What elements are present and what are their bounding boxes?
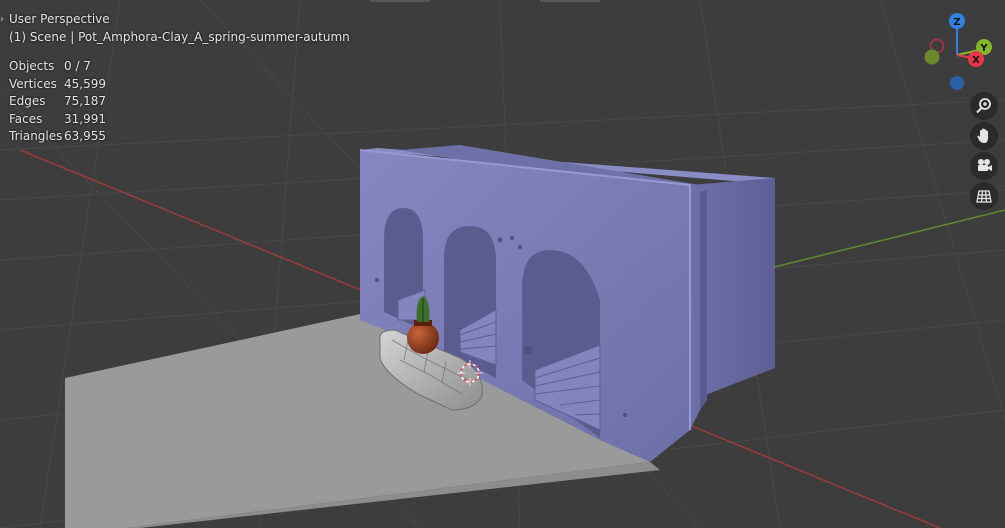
scene-render[interactable] (0, 0, 1005, 528)
stat-label: Edges (9, 94, 46, 108)
stat-label: Faces (9, 111, 43, 126)
hand-pan-icon (977, 128, 988, 143)
stat-row-objects: Objects 0 / 7 (9, 58, 106, 76)
view-mode-label: User Perspective (9, 12, 110, 26)
svg-text:X: X (972, 55, 980, 66)
stat-label: Triangles (9, 129, 63, 143)
pan-button[interactable] (970, 122, 998, 150)
ortho-toggle-button[interactable] (970, 182, 998, 210)
x-axis-handle[interactable]: X (968, 51, 984, 67)
neg-y-axis-icon[interactable] (924, 49, 940, 65)
scene-object-label: (1) Scene | Pot_Amphora-Clay_A_spring-su… (9, 29, 350, 44)
stat-value: 45,599 (64, 76, 106, 91)
stat-value: 31,991 (64, 111, 106, 126)
camera-icon (978, 159, 992, 171)
stat-row-faces: Faces 31,991 (9, 111, 106, 129)
viewport-info: User Perspective (1) Scene | Pot_Amphora… (9, 11, 350, 46)
svg-text:Y: Y (979, 43, 988, 54)
camera-view-button[interactable] (970, 152, 998, 180)
stat-label: Objects (9, 59, 55, 73)
svg-text:Z: Z (953, 17, 960, 28)
stat-row-triangles: Triangles 63,955 (9, 128, 106, 146)
zoom-button[interactable] (970, 92, 998, 120)
grid-ortho-icon (976, 190, 992, 203)
zoom-icon (976, 98, 991, 114)
stat-row-vertices: Vertices 45,599 (9, 76, 106, 94)
top-header-edge (370, 0, 600, 2)
neg-z-axis-icon[interactable] (950, 76, 964, 90)
chevron-right-icon[interactable]: › (0, 14, 4, 25)
stat-value: 75,187 (64, 94, 106, 108)
3d-viewport[interactable]: › User Perspective (1) Scene | Pot_Ampho… (0, 0, 1005, 528)
stat-row-edges: Edges 75,187 (9, 93, 106, 111)
stat-label: Vertices (9, 76, 57, 91)
stat-value: 63,955 (64, 129, 106, 143)
navigation-gizmo[interactable]: Z Y X (915, 0, 1005, 100)
stat-value: 0 / 7 (64, 59, 91, 73)
statistics-overlay: Objects 0 / 7 Vertices 45,599 Edges 75,1… (9, 58, 106, 146)
z-axis-handle[interactable]: Z (949, 13, 965, 29)
